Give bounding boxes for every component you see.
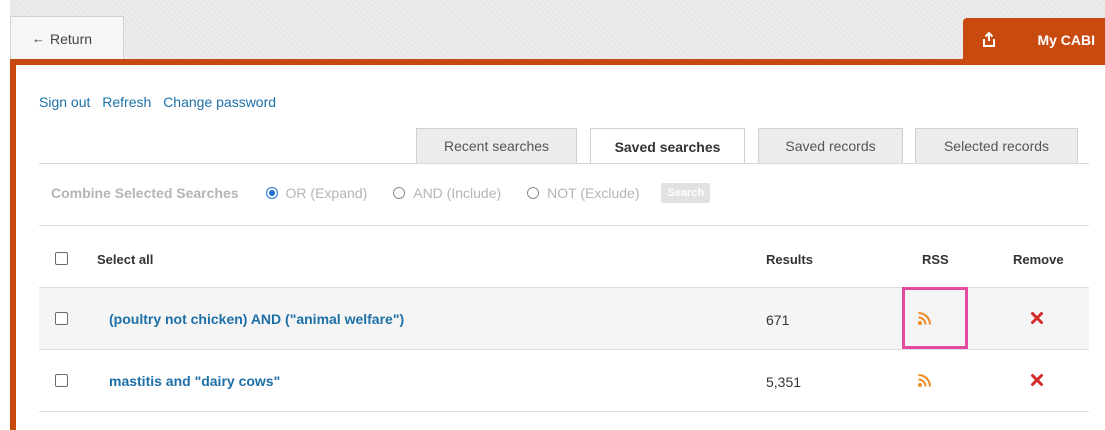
return-button[interactable]: ← Return [10, 16, 124, 60]
divider [39, 349, 1089, 350]
close-icon[interactable] [1030, 311, 1044, 325]
saved-search-link[interactable]: (poultry not chicken) AND ("animal welfa… [109, 311, 404, 327]
divider [39, 411, 1089, 412]
row-checkbox[interactable] [55, 312, 68, 325]
row-checkbox[interactable] [55, 374, 68, 387]
result-count: 5,351 [766, 374, 802, 390]
select-all-label: Select all [97, 252, 154, 267]
remove-header: Remove [1013, 252, 1064, 267]
or-label: OR (Expand) [285, 185, 368, 201]
combine-title: Combine Selected Searches [51, 185, 239, 201]
refresh-link[interactable]: Refresh [102, 94, 151, 110]
saved-search-link[interactable]: mastitis and "dairy cows" [109, 373, 280, 389]
change-password-link[interactable]: Change password [163, 94, 276, 110]
left-arrow-icon: ← [32, 31, 45, 46]
close-icon[interactable] [1030, 373, 1044, 387]
select-all-checkbox[interactable] [55, 252, 68, 265]
not-radio[interactable] [527, 187, 540, 199]
account-links: Sign out Refresh Change password [39, 94, 284, 110]
mycabi-label: My CABI [1037, 32, 1095, 48]
divider [39, 225, 1089, 226]
results-header: Results [766, 252, 813, 267]
tab-selected-records[interactable]: Selected records [915, 128, 1078, 163]
return-label: Return [50, 30, 93, 47]
result-count: 671 [766, 312, 790, 328]
sign-out-link[interactable]: Sign out [39, 94, 90, 110]
not-label: NOT (Exclude) [547, 185, 640, 201]
or-radio[interactable] [265, 187, 278, 199]
tabs-divider [39, 163, 1089, 164]
and-radio[interactable] [393, 187, 406, 199]
rss-icon[interactable] [917, 372, 933, 388]
export-icon [981, 32, 997, 48]
top-strip [10, 0, 1105, 60]
combine-bar: Combine Selected Searches OR (Expand) AN… [39, 176, 711, 210]
tab-recent-searches[interactable]: Recent searches [416, 128, 577, 163]
mycabi-tab[interactable]: My CABI [963, 18, 1105, 62]
and-label: AND (Include) [413, 185, 502, 201]
combine-search-button[interactable]: Search [661, 183, 711, 203]
highlight-box [902, 287, 968, 349]
tab-saved-searches[interactable]: Saved searches [590, 128, 745, 164]
tab-saved-records[interactable]: Saved records [758, 128, 903, 163]
rss-header: RSS [922, 252, 949, 267]
